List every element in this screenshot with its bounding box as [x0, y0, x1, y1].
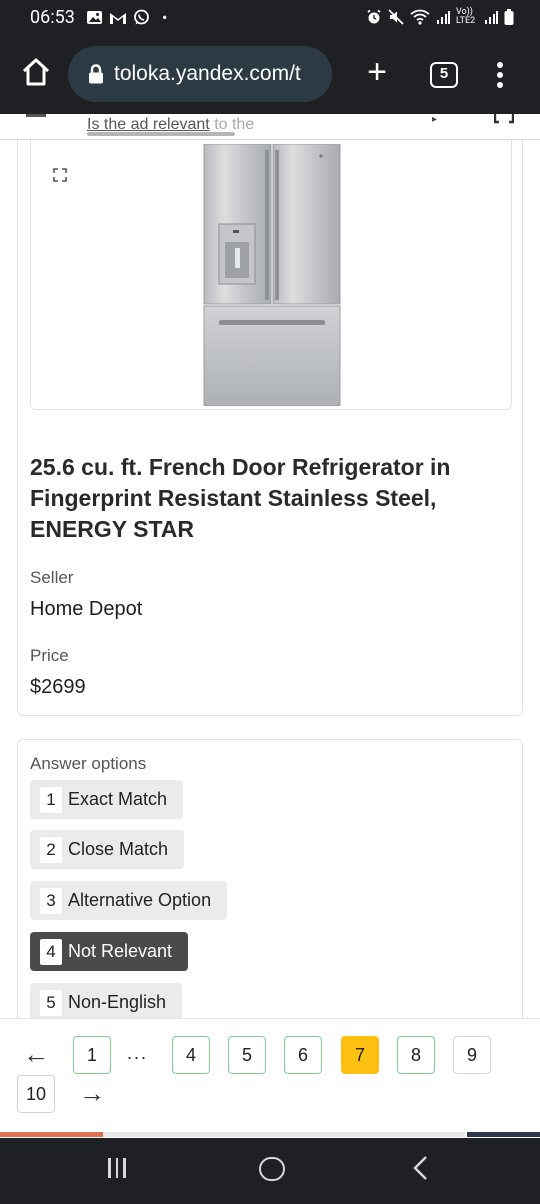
answer-hotkey: 3 — [40, 887, 62, 914]
question-strip: Is the ad relevant to the ▸ — [0, 114, 540, 140]
answer-hotkey: 4 — [40, 938, 62, 965]
mute-icon — [388, 9, 404, 25]
status-time: 06:53 — [30, 7, 75, 28]
task-progress-bar — [0, 1130, 540, 1138]
network-label: Vo)) LTE2 — [456, 7, 476, 26]
page-content: Is the ad relevant to the ▸ 25.6 cu. ft.… — [0, 114, 540, 1018]
battery-icon — [504, 9, 514, 25]
page-button-9[interactable]: 9 — [453, 1036, 491, 1074]
progress-tail — [467, 1132, 540, 1137]
browser-menu-icon[interactable] — [490, 60, 510, 94]
answer-label: Close Match — [68, 839, 169, 859]
price-value: $2699 — [30, 676, 86, 698]
answer-label: Not Relevant — [68, 941, 173, 961]
progress-remaining — [103, 1132, 465, 1137]
page-button-8[interactable]: 8 — [397, 1036, 435, 1074]
gmail-icon — [110, 12, 126, 24]
seller-value: Home Depot — [30, 598, 143, 620]
page-button-10[interactable]: 10 — [17, 1075, 55, 1113]
page-button-6[interactable]: 6 — [284, 1036, 322, 1074]
seller-label: Seller — [30, 568, 74, 587]
fullscreen-icon[interactable] — [53, 168, 67, 182]
question-scrollbar[interactable] — [87, 132, 235, 136]
answer-exact-match-button[interactable]: 1 Exact Match — [30, 780, 184, 819]
page-button-4[interactable]: 4 — [172, 1036, 210, 1074]
scroll-caret-icon: ▸ — [432, 114, 438, 125]
prev-page-arrow[interactable]: ← — [17, 1036, 55, 1074]
signal-icon — [437, 11, 450, 24]
status-dot: • — [162, 8, 168, 27]
answer-hotkey: 1 — [40, 786, 62, 813]
whatsapp-icon — [134, 9, 149, 25]
address-bar[interactable]: toloka.yandex.com/t — [68, 46, 332, 102]
answer-not-relevant-button[interactable]: 4 Not Relevant — [30, 932, 189, 971]
signal-icon — [485, 11, 498, 24]
system-icons: Vo)) LTE2 — [366, 8, 514, 26]
status-bar: 06:53 • Vo)) LTE2 — [0, 0, 540, 36]
task-pagination: ← 1 ... 4 5 6 7 8 9 10 → — [0, 1018, 540, 1130]
tab-switcher-button[interactable]: 5 — [430, 62, 458, 88]
new-tab-button[interactable]: + — [360, 54, 394, 90]
home-nav-icon[interactable] — [259, 1157, 285, 1181]
question-tail: to the — [209, 116, 255, 133]
expand-icon[interactable] — [494, 114, 514, 124]
lock-icon — [89, 64, 103, 84]
answer-label: Alternative Option — [68, 890, 212, 910]
progress-done — [0, 1132, 103, 1137]
answer-non-english-button[interactable]: 5 Non-English — [30, 983, 183, 1018]
page-button-1[interactable]: 1 — [73, 1036, 111, 1074]
alarm-icon — [367, 9, 381, 24]
recent-apps-icon[interactable] — [108, 1158, 126, 1178]
answer-hotkey: 5 — [40, 989, 62, 1016]
system-nav-bar — [0, 1138, 540, 1204]
answer-close-match-button[interactable]: 2 Close Match — [30, 830, 185, 869]
question-link[interactable]: Is the ad relevant — [87, 116, 210, 133]
page-button-7-current[interactable]: 7 — [341, 1036, 379, 1074]
answer-options-card: Answer options 1 Exact Match 2 Close Mat… — [17, 739, 523, 1018]
product-image-box — [30, 140, 512, 410]
back-nav-icon[interactable] — [412, 1154, 428, 1182]
answer-label: Exact Match — [68, 789, 168, 809]
refrigerator-image — [203, 144, 341, 406]
collapse-handle[interactable] — [26, 114, 46, 117]
page-button-5[interactable]: 5 — [228, 1036, 266, 1074]
price-label: Price — [30, 646, 69, 665]
page-ellipsis: ... — [127, 1043, 149, 1063]
product-card: 25.6 cu. ft. French Door Refrigerator in… — [17, 140, 523, 716]
answer-label: Non-English — [68, 992, 167, 1012]
home-icon[interactable] — [20, 56, 52, 88]
answer-options-title: Answer options — [30, 754, 147, 773]
answer-alternative-option-button[interactable]: 3 Alternative Option — [30, 881, 228, 920]
product-title: 25.6 cu. ft. French Door Refrigerator in… — [30, 454, 451, 542]
notification-icons: • — [86, 8, 167, 27]
next-page-arrow[interactable]: → — [73, 1075, 111, 1113]
answer-hotkey: 2 — [40, 836, 62, 863]
url-text: toloka.yandex.com/t — [114, 62, 301, 85]
browser-toolbar: toloka.yandex.com/t + 5 — [0, 36, 540, 114]
wifi-icon — [410, 9, 430, 25]
gallery-icon — [87, 11, 102, 24]
